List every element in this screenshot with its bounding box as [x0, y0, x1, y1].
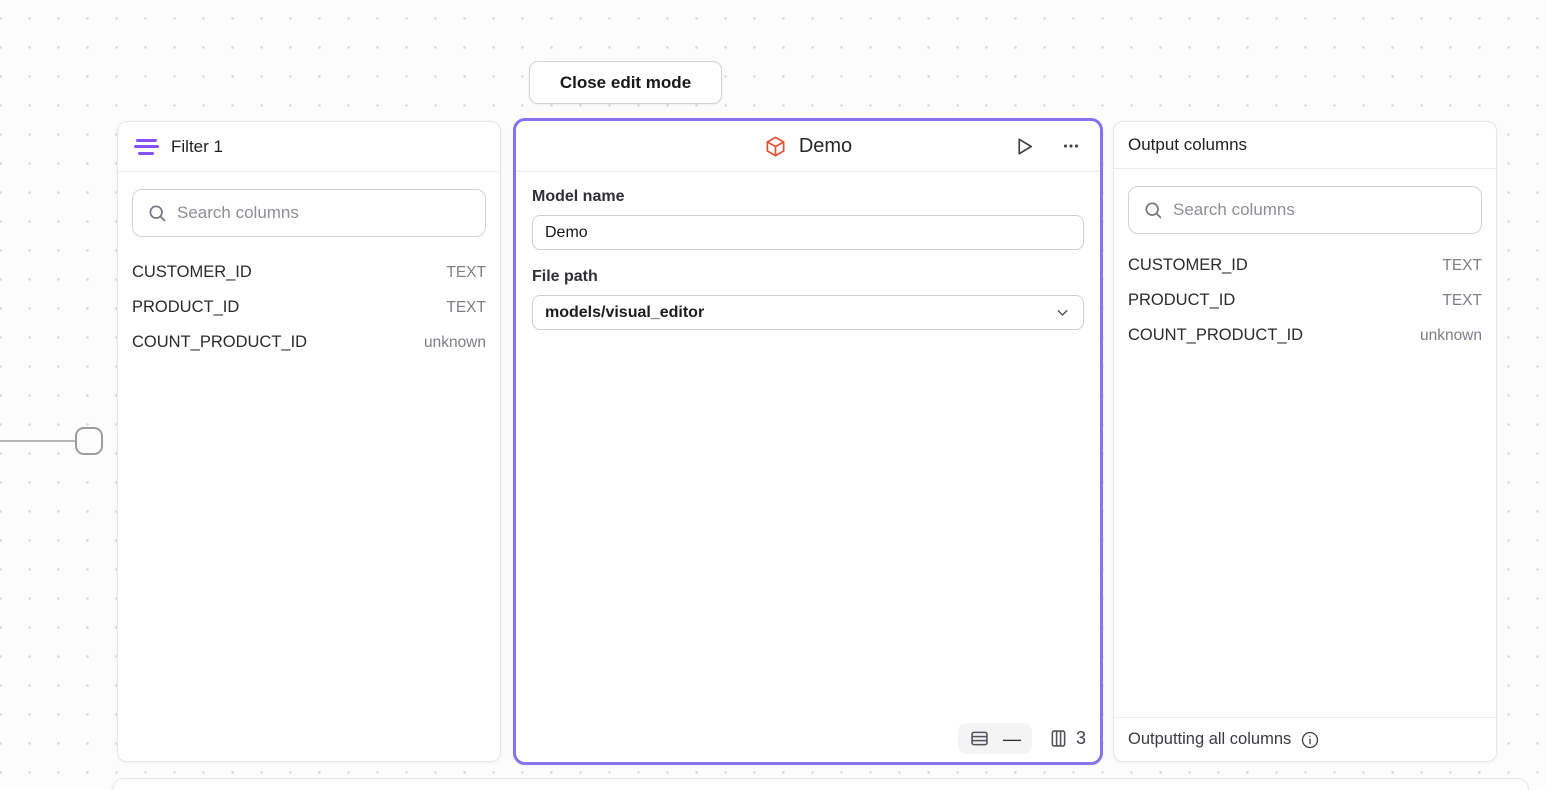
output-columns-panel[interactable]: Output columns CUSTOMER_ID TEXT PRODUCT_… — [1113, 121, 1497, 762]
filter-panel-title: Filter 1 — [171, 137, 223, 157]
filter-icon — [133, 139, 159, 155]
play-icon — [1013, 135, 1036, 158]
ellipsis-icon — [1060, 135, 1082, 157]
file-path-label: File path — [532, 268, 1084, 286]
column-type: TEXT — [1442, 292, 1482, 310]
model-stats-footer: — 3 — [958, 723, 1086, 754]
column-type: unknown — [424, 334, 486, 352]
column-name: CUSTOMER_ID — [132, 263, 252, 282]
column-type: TEXT — [446, 299, 486, 317]
column-type: TEXT — [1442, 257, 1482, 275]
column-row[interactable]: CUSTOMER_ID TEXT — [1114, 248, 1496, 283]
model-name-input[interactable] — [532, 215, 1084, 250]
run-model-button[interactable] — [1011, 133, 1038, 160]
output-search-input[interactable] — [1173, 200, 1467, 220]
model-node-panel[interactable]: Demo Model name File path — [513, 118, 1103, 765]
column-type: unknown — [1420, 327, 1482, 345]
output-panel-title: Output columns — [1128, 135, 1247, 155]
output-panel-footer: Outputting all columns — [1114, 717, 1496, 761]
column-row[interactable]: COUNT_PRODUCT_ID unknown — [118, 325, 500, 360]
edge-connector-handle[interactable] — [75, 427, 103, 455]
editor-canvas[interactable]: Close edit mode Filter 1 CUSTOMER_ID TEX… — [0, 0, 1546, 790]
column-count-value: 3 — [1076, 728, 1086, 749]
chevron-down-icon — [1054, 304, 1071, 321]
column-count-stat[interactable]: 3 — [1048, 728, 1086, 749]
output-footer-text: Outputting all columns — [1128, 730, 1291, 749]
model-panel-header: Demo — [516, 121, 1100, 172]
filter-panel-header: Filter 1 — [118, 122, 500, 172]
bottom-results-panel[interactable] — [112, 778, 1529, 790]
info-icon[interactable] — [1300, 730, 1320, 750]
close-edit-mode-button[interactable]: Close edit mode — [529, 61, 722, 104]
filter-search-input[interactable] — [177, 203, 471, 223]
model-cube-icon — [764, 135, 787, 158]
table-rows-icon — [969, 728, 990, 749]
more-options-button[interactable] — [1058, 133, 1084, 159]
search-icon — [147, 203, 167, 223]
column-type: TEXT — [446, 264, 486, 282]
row-count-value: — — [1003, 730, 1021, 748]
output-panel-header: Output columns — [1114, 122, 1496, 169]
column-name: CUSTOMER_ID — [1128, 256, 1248, 275]
search-icon — [1143, 200, 1163, 220]
filter-search-box[interactable] — [132, 189, 486, 237]
column-row[interactable]: COUNT_PRODUCT_ID unknown — [1114, 318, 1496, 353]
model-name-label: Model name — [532, 188, 1084, 206]
filter-column-list: CUSTOMER_ID TEXT PRODUCT_ID TEXT COUNT_P… — [118, 255, 500, 360]
column-name: COUNT_PRODUCT_ID — [1128, 326, 1303, 345]
column-row[interactable]: PRODUCT_ID TEXT — [118, 290, 500, 325]
row-count-stat[interactable]: — — [958, 723, 1032, 754]
file-path-select[interactable]: models/visual_editor — [532, 295, 1084, 330]
column-row[interactable]: CUSTOMER_ID TEXT — [118, 255, 500, 290]
column-name: PRODUCT_ID — [1128, 291, 1235, 310]
edge-connector-line — [0, 440, 76, 442]
column-name: COUNT_PRODUCT_ID — [132, 333, 307, 352]
model-panel-title: Demo — [799, 135, 852, 158]
file-path-value: models/visual_editor — [545, 304, 704, 322]
column-row[interactable]: PRODUCT_ID TEXT — [1114, 283, 1496, 318]
table-columns-icon — [1048, 728, 1069, 749]
filter-node-panel[interactable]: Filter 1 CUSTOMER_ID TEXT PRODUCT_ID TEX… — [117, 121, 501, 762]
output-search-box[interactable] — [1128, 186, 1482, 234]
output-column-list: CUSTOMER_ID TEXT PRODUCT_ID TEXT COUNT_P… — [1114, 248, 1496, 353]
column-name: PRODUCT_ID — [132, 298, 239, 317]
